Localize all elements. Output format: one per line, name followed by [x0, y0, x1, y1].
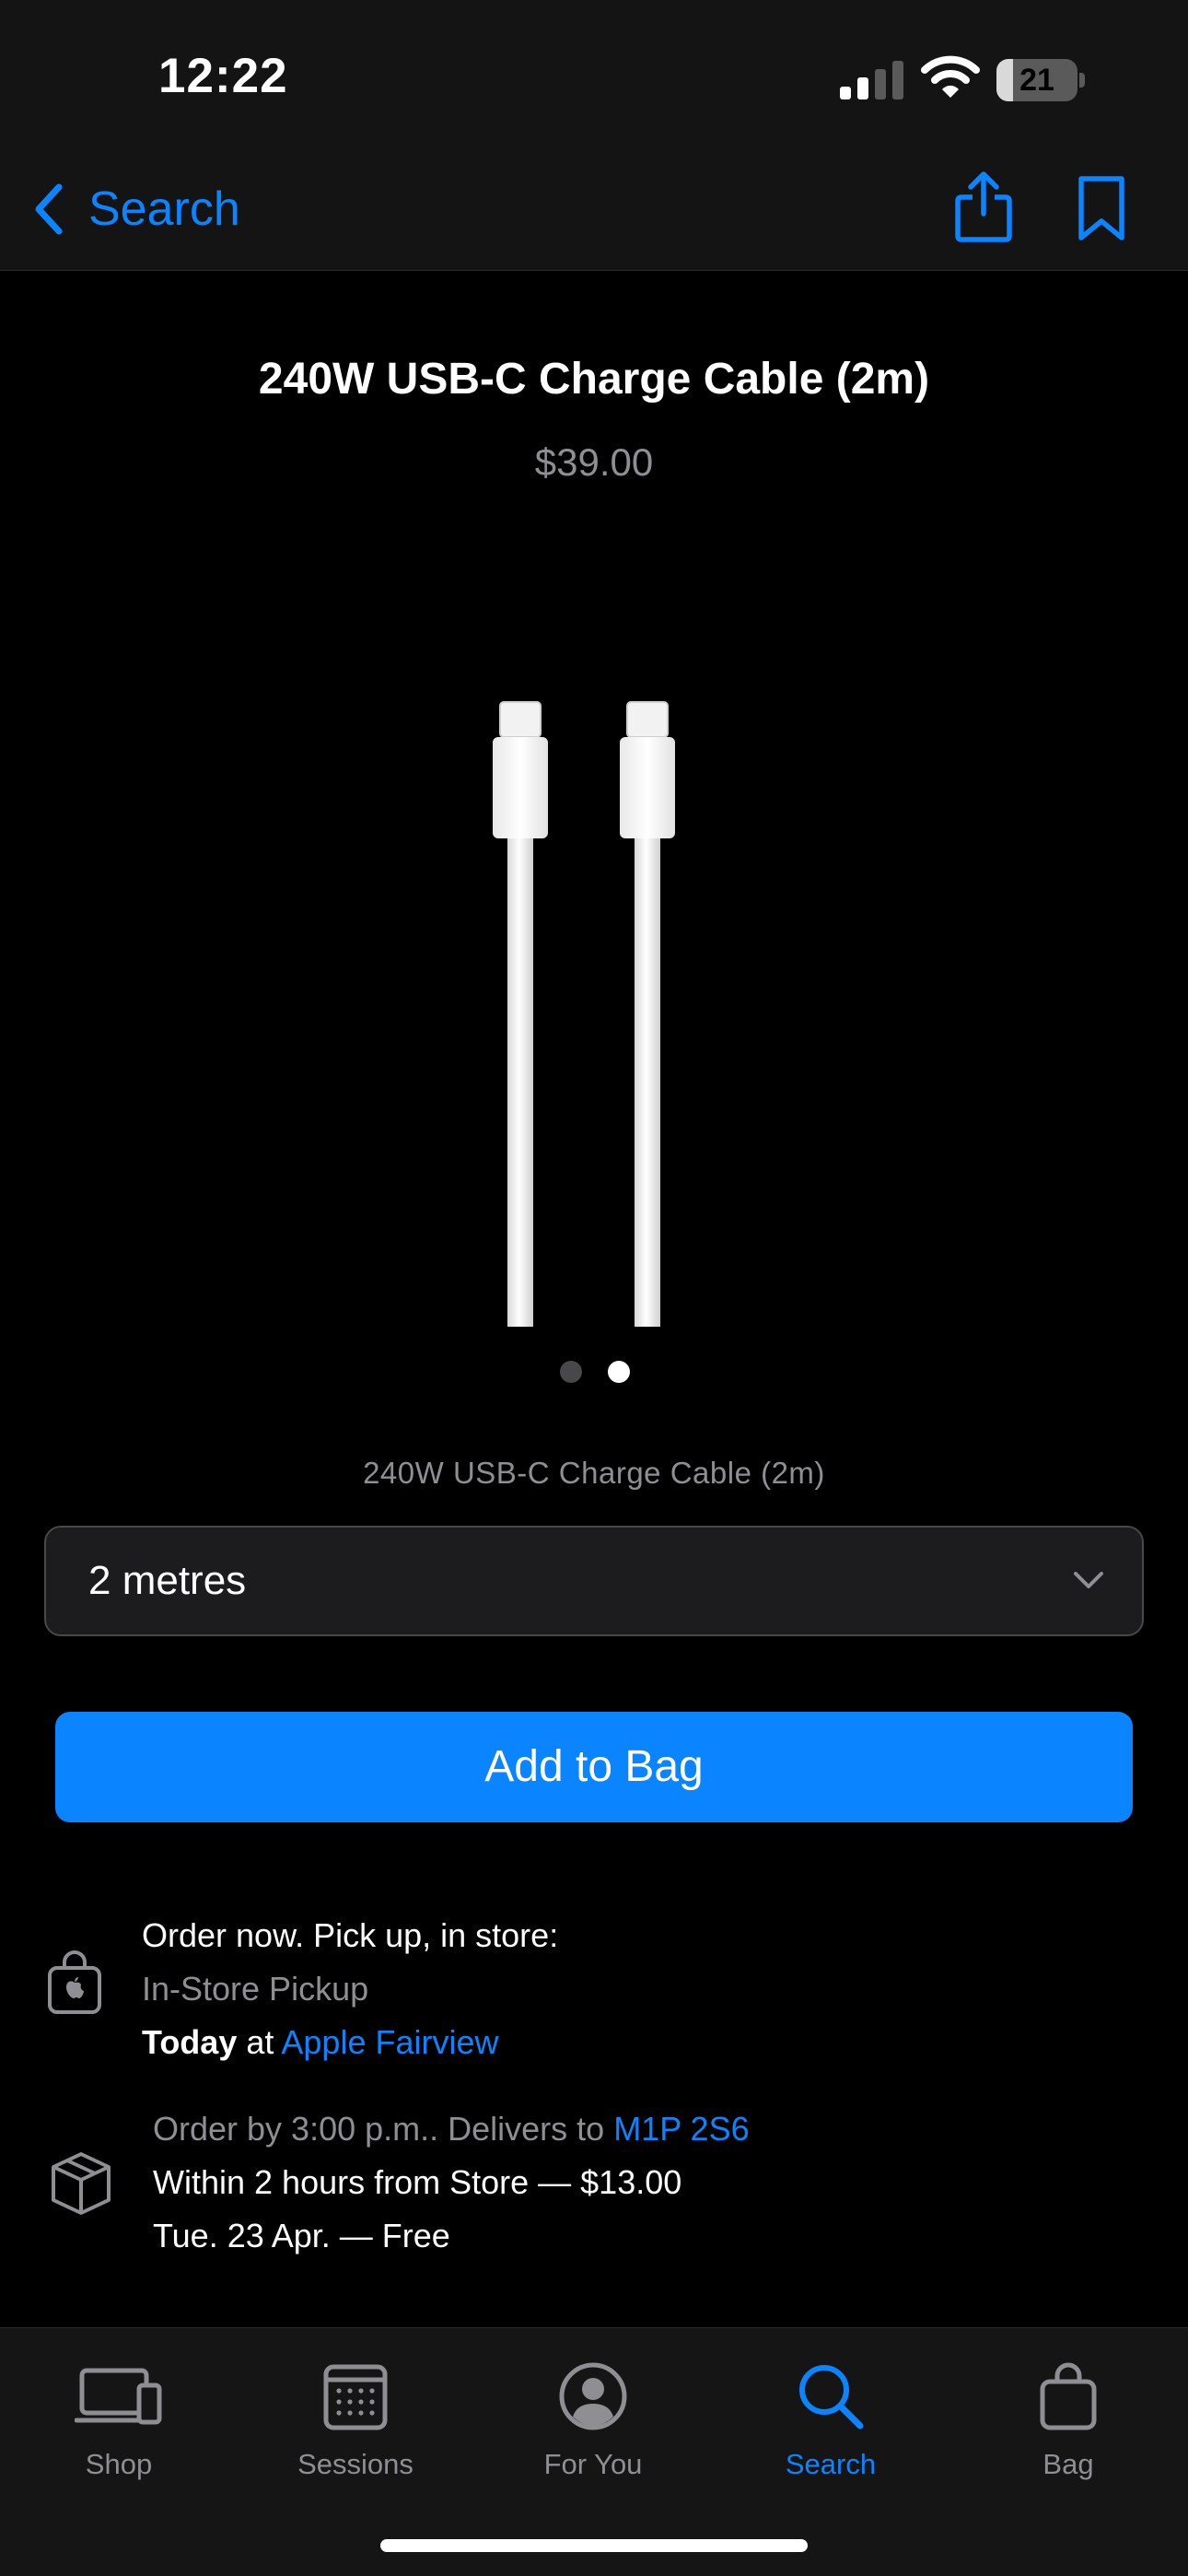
pager-dot-2[interactable]: [608, 1361, 630, 1383]
product-screen: 12:22 21 Search 240W USB-C Charge Cable …: [0, 0, 1188, 2576]
home-indicator[interactable]: [380, 2539, 808, 2552]
laptop-phone-icon: [75, 2368, 162, 2425]
chevron-down-icon: [1074, 1572, 1103, 1588]
length-select-value: 2 metres: [88, 1558, 247, 1603]
back-button[interactable]: Search: [31, 177, 240, 241]
back-button-label: Search: [88, 182, 240, 236]
pickup-info: Order now. Pick up, in store: In-Store P…: [142, 1909, 558, 2069]
product-title: 240W USB-C Charge Cable (2m): [258, 355, 930, 404]
product-price: $39.00: [534, 440, 654, 484]
store-link[interactable]: Apple Fairview: [281, 2023, 498, 2061]
shipping-box-icon: [52, 2152, 111, 2215]
tab-bag[interactable]: Bag: [976, 2361, 1160, 2481]
image-pager[interactable]: [558, 1361, 632, 1383]
pickup-heading: Order now. Pick up, in store:: [142, 1916, 559, 1954]
cellular-signal-icon: [840, 61, 904, 100]
postal-code-link[interactable]: M1P 2S6: [613, 2110, 749, 2148]
shopping-bag-apple-icon: [48, 1950, 101, 2014]
tab-for-you[interactable]: For You: [501, 2361, 685, 2481]
status-bar: 12:22 21: [0, 0, 1188, 138]
battery-icon: 21: [996, 59, 1085, 101]
tab-sessions[interactable]: Sessions: [263, 2361, 448, 2481]
navigation-bar: Search: [0, 138, 1188, 271]
pickup-availability: Today at Apple Fairview: [142, 2016, 558, 2069]
tab-search-label: Search: [785, 2448, 877, 2480]
share-icon[interactable]: [952, 170, 1015, 243]
bookmark-icon[interactable]: [1072, 173, 1131, 243]
wifi-icon: [921, 55, 980, 98]
image-caption: 240W USB-C Charge Cable (2m): [363, 1456, 825, 1490]
product-image[interactable]: [460, 691, 700, 1336]
chevron-left-icon: [35, 183, 63, 235]
pickup-method: In-Store Pickup: [142, 1970, 369, 2008]
pickup-day: Today: [142, 2023, 238, 2061]
search-icon: [799, 2365, 864, 2430]
delivery-info: Order by 3:00 p.m.. Delivers to M1P 2S6 …: [153, 2102, 750, 2263]
pager-dot-1[interactable]: [560, 1361, 582, 1383]
status-time: 12:22: [158, 49, 288, 103]
person-circle-icon: [559, 2362, 627, 2430]
calendar-grid-icon: [323, 2364, 388, 2430]
length-select[interactable]: 2 metres: [44, 1526, 1144, 1636]
delivery-option-fast: Within 2 hours from Store — $13.00: [153, 2163, 682, 2201]
bag-icon: [1040, 2362, 1097, 2430]
tab-for-you-label: For You: [543, 2448, 643, 2480]
battery-level-text: 21: [1019, 63, 1054, 98]
add-to-bag-button[interactable]: Add to Bag: [55, 1712, 1133, 1822]
tab-shop[interactable]: Shop: [27, 2361, 211, 2481]
tab-search[interactable]: Search: [739, 2361, 923, 2481]
delivery-order-by: Order by 3:00 p.m.. Delivers to M1P 2S6: [153, 2102, 750, 2156]
tab-sessions-label: Sessions: [297, 2448, 413, 2480]
tab-bag-label: Bag: [1042, 2448, 1094, 2480]
pickup-at: at: [237, 2023, 282, 2061]
delivery-option-free: Tue. 23 Apr. — Free: [153, 2217, 450, 2254]
delivery-order-by-text: Order by 3:00 p.m.. Delivers to: [153, 2110, 614, 2148]
tab-shop-label: Shop: [85, 2448, 153, 2480]
